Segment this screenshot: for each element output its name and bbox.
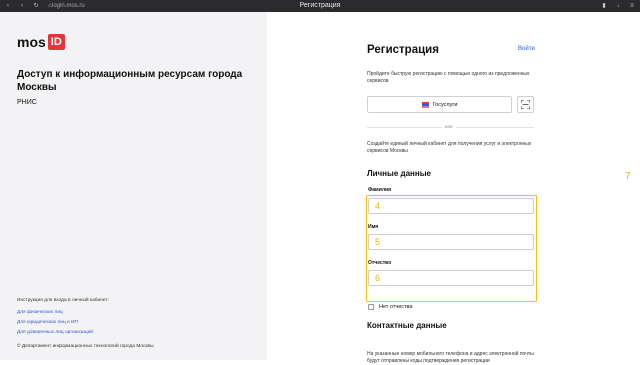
download-icon[interactable]: ↓ [614, 2, 622, 10]
contact-data-heading: Контактные данные [367, 321, 447, 330]
link-legal-entities[interactable]: Для юридических лиц и ИП [17, 320, 78, 325]
link-individuals[interactable]: Для физических лиц [17, 310, 63, 315]
contact-description: На указанные номер мобильного телефона и… [367, 351, 534, 364]
side-marker: 7 [625, 171, 631, 182]
surname-label: Фамилия [368, 187, 391, 193]
qr-scan-icon [521, 100, 530, 109]
login-link[interactable]: Войти [518, 46, 535, 52]
browser-actions: ▮ ↓ ≡ [600, 2, 636, 10]
or-label: или [442, 124, 456, 129]
logo-badge: ID [47, 34, 65, 50]
copyright: © Департамент информационных технологий … [17, 344, 154, 349]
instruction-text: Инструкция для входа в личный кабинет: [17, 298, 109, 303]
page-title: Регистрация [367, 44, 439, 56]
resource-title: Доступ к информационным ресурсам города … [17, 69, 243, 93]
browser-nav: ‹ › ↻ ⌂ [4, 2, 54, 10]
highlight-box [366, 195, 537, 302]
qr-login-button[interactable] [517, 96, 534, 113]
link-trusted-persons[interactable]: Для доверенных лиц организаций [17, 330, 93, 335]
personal-data-heading: Личные данные [367, 169, 431, 178]
gosuslugi-button[interactable]: Госуслуги [367, 96, 512, 113]
menu-icon[interactable]: ≡ [628, 2, 636, 10]
reload-icon[interactable]: ↻ [32, 2, 40, 10]
logo-text: mos [17, 34, 46, 50]
bookmark-icon[interactable]: ▮ [600, 2, 608, 10]
create-account-text: Создайте единый личный кабинет для получ… [367, 141, 532, 154]
no-patronymic-row[interactable]: Нет отчества [368, 304, 412, 310]
no-patronymic-checkbox[interactable] [368, 304, 374, 310]
back-icon[interactable]: ‹ [4, 2, 12, 10]
forward-icon[interactable]: › [18, 2, 26, 10]
resource-subtitle: РНИС [17, 99, 37, 106]
page-tab-title: Регистрация [299, 2, 341, 9]
registration-panel: Регистрация Войти Пройдите быструю регис… [267, 12, 640, 364]
quick-register-text: Пройдите быструю регистрацию с помощью о… [367, 71, 530, 84]
gosuslugi-label: Госуслуги [432, 101, 458, 108]
address-bar[interactable]: login.mos.ru [52, 3, 85, 9]
mosid-logo: mos ID [17, 34, 65, 50]
no-patronymic-label: Нет отчества [379, 304, 413, 310]
browser-toolbar: ‹ › ↻ ⌂ login.mos.ru Регистрация ▮ ↓ ≡ [0, 0, 640, 12]
left-info-panel: mos ID Доступ к информационным ресурсам … [0, 12, 267, 360]
gosuslugi-icon [421, 101, 429, 108]
